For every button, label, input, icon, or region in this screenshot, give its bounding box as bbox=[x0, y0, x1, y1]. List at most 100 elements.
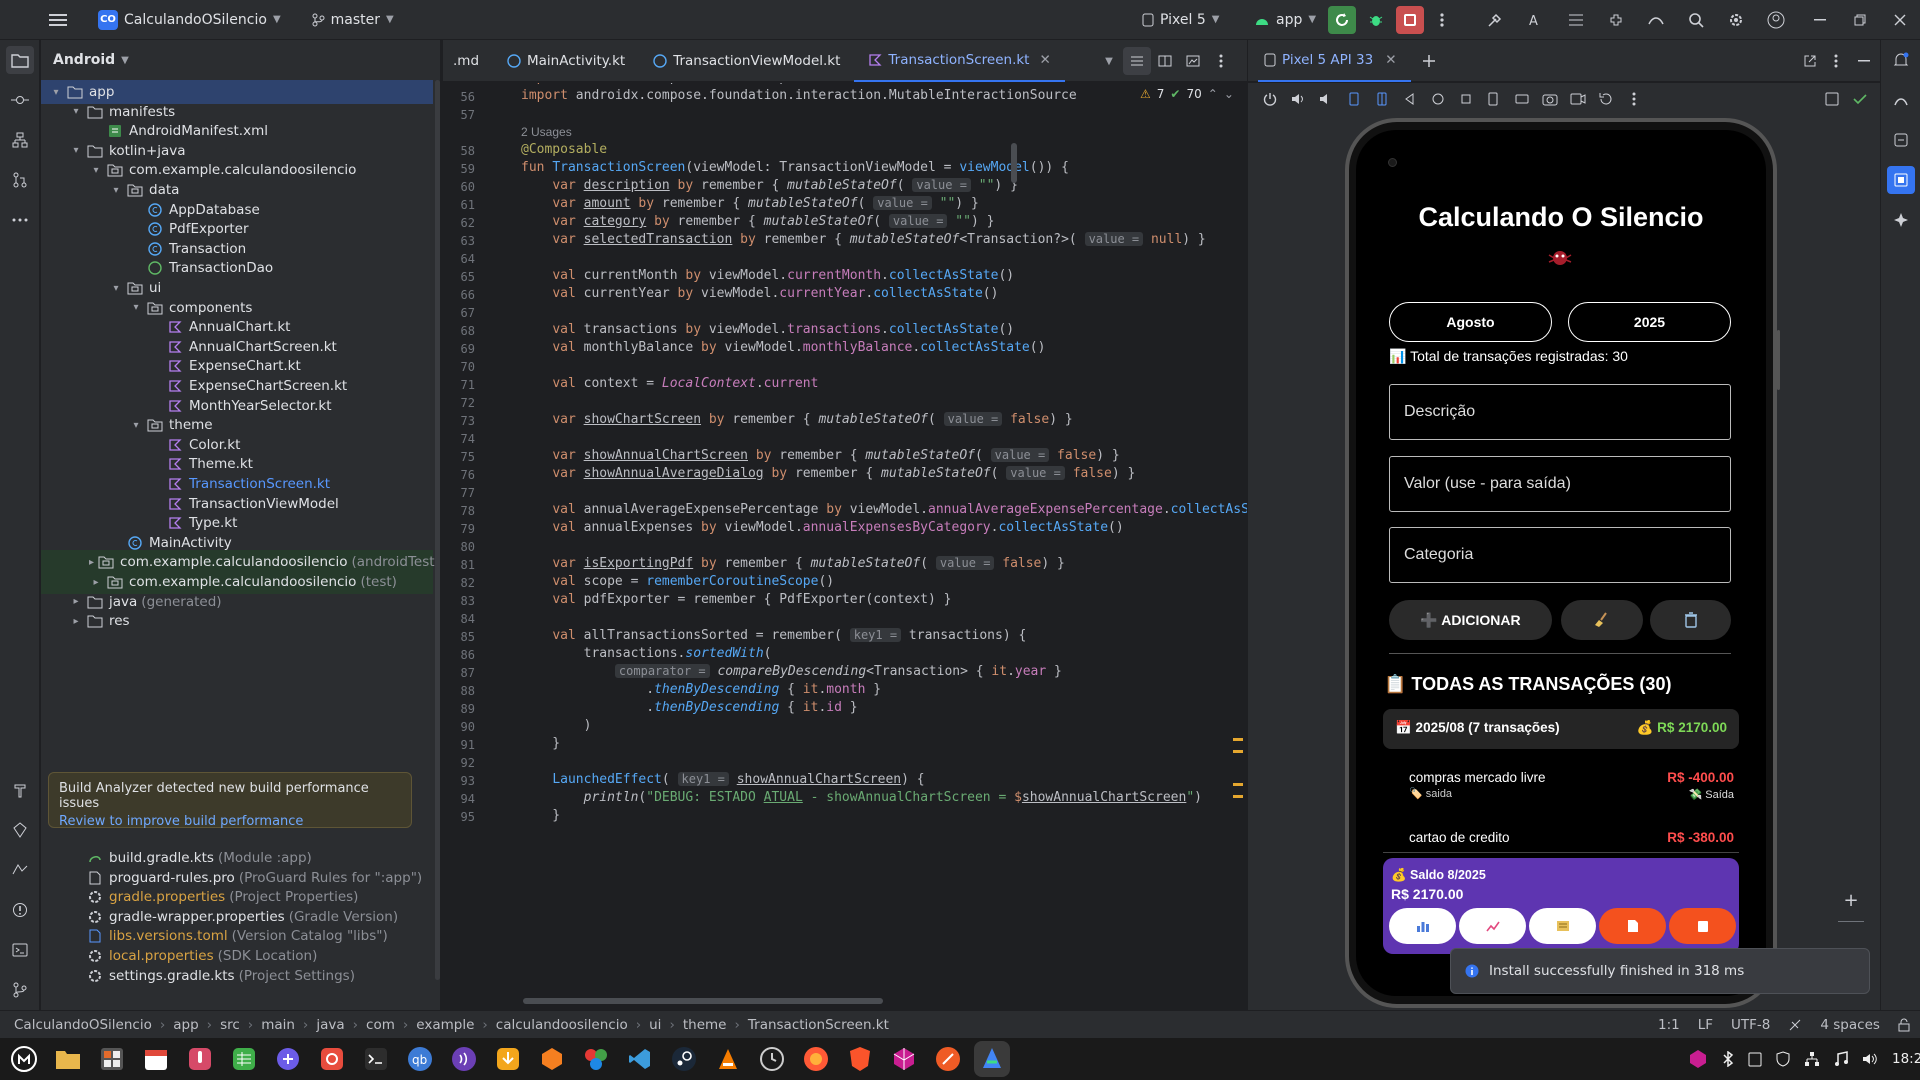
pull-requests-icon[interactable] bbox=[6, 166, 34, 194]
transaction-row[interactable]: compras mercado livre 🏷️ saida R$ -400.0… bbox=[1409, 770, 1734, 801]
close-tab-icon[interactable]: ✕ bbox=[1039, 52, 1050, 68]
add-device-icon[interactable] bbox=[1415, 47, 1443, 75]
home-icon[interactable] bbox=[1424, 85, 1452, 113]
rotate-left-icon[interactable] bbox=[1340, 85, 1368, 113]
files-icon[interactable] bbox=[50, 1041, 86, 1077]
bluetooth-icon[interactable] bbox=[1722, 1051, 1734, 1067]
back-icon[interactable] bbox=[1396, 85, 1424, 113]
code-view-icon[interactable] bbox=[1123, 47, 1151, 75]
editor-scrollbar[interactable] bbox=[1011, 143, 1017, 183]
rotate-right-icon[interactable] bbox=[1368, 85, 1396, 113]
clear-broom-button[interactable] bbox=[1561, 600, 1643, 640]
mirror-icon[interactable] bbox=[1508, 85, 1536, 113]
build-icon[interactable] bbox=[1482, 6, 1510, 34]
indent-setting[interactable]: 4 spaces bbox=[1820, 1017, 1880, 1033]
warning-marker[interactable] bbox=[1233, 738, 1243, 741]
version-control-icon[interactable] bbox=[6, 976, 34, 1004]
qbittorrent-icon[interactable]: qb bbox=[402, 1041, 438, 1077]
build-hammer-icon[interactable] bbox=[6, 776, 34, 804]
tab-readme[interactable]: .md bbox=[443, 40, 493, 82]
breadcrumb-item[interactable]: example bbox=[414, 1017, 476, 1033]
game-launcher-icon[interactable] bbox=[534, 1041, 570, 1077]
lock-icon[interactable] bbox=[1898, 1018, 1910, 1032]
gradle-icon[interactable] bbox=[1887, 126, 1915, 154]
tab-main-activity[interactable]: MainActivity.kt bbox=[493, 40, 639, 82]
vlc-icon[interactable] bbox=[710, 1041, 746, 1077]
collapsed-arrow-icon[interactable]: ▸ bbox=[69, 596, 83, 607]
account-icon[interactable] bbox=[1762, 6, 1790, 34]
expanded-arrow-icon[interactable]: ▾ bbox=[89, 165, 103, 176]
warning-marker[interactable] bbox=[1233, 750, 1243, 753]
inspections-widget[interactable]: ⚠ 7 ✔ 70 ⌃ ⌄ bbox=[1140, 87, 1234, 101]
delete-all-button[interactable] bbox=[1650, 600, 1731, 640]
zoom-out-icon[interactable] bbox=[1838, 921, 1864, 922]
code-editor[interactable]: 55 56 57 58 59 60 61 62 63 64 65 66 67 68 69 70 71 72 73 74… bbox=[443, 83, 1247, 1005]
expanded-arrow-icon[interactable]: ▾ bbox=[69, 145, 83, 156]
hide-panel-icon[interactable] bbox=[1850, 47, 1878, 75]
clock[interactable]: 18:20 bbox=[1892, 1051, 1920, 1067]
cube-app-icon[interactable] bbox=[886, 1041, 922, 1077]
record-icon[interactable] bbox=[1564, 85, 1592, 113]
breadcrumb-item[interactable]: ui bbox=[647, 1017, 663, 1033]
expanded-arrow-icon[interactable]: ▾ bbox=[109, 185, 123, 196]
restore-window-icon[interactable] bbox=[1846, 6, 1874, 34]
emulator-more-icon[interactable] bbox=[1620, 85, 1648, 113]
expanded-arrow-icon[interactable]: ▾ bbox=[49, 87, 63, 98]
breadcrumb-item[interactable]: main bbox=[259, 1017, 297, 1033]
breadcrumb-item[interactable]: com bbox=[364, 1017, 397, 1033]
project-switcher[interactable]: CO CalculandoOSilencio ▼ bbox=[90, 6, 289, 34]
tree-item[interactable]: ▸ res bbox=[41, 609, 433, 633]
volume-icon[interactable] bbox=[1862, 1052, 1878, 1066]
app-store-icon[interactable] bbox=[270, 1041, 306, 1077]
tray-app-icon[interactable] bbox=[1688, 1049, 1708, 1069]
monthly-chart-button[interactable] bbox=[1389, 908, 1456, 944]
podcast-app-icon[interactable] bbox=[446, 1041, 482, 1077]
main-menu-icon[interactable] bbox=[44, 6, 72, 34]
annual-chart-button[interactable] bbox=[1459, 908, 1526, 944]
problems-icon[interactable] bbox=[6, 896, 34, 924]
volume-up-icon[interactable] bbox=[1284, 85, 1312, 113]
app-quality-icon[interactable] bbox=[6, 816, 34, 844]
design-view-icon[interactable] bbox=[1179, 47, 1207, 75]
tabs-dropdown-icon[interactable]: ▼ bbox=[1095, 47, 1123, 75]
fold-icon[interactable] bbox=[1480, 85, 1508, 113]
run-config-selector[interactable]: app ▼ bbox=[1246, 6, 1324, 34]
annual-average-button[interactable] bbox=[1529, 908, 1596, 944]
value-field[interactable]: Valor (use - para saída) bbox=[1389, 456, 1731, 512]
zoom-in-icon[interactable]: + bbox=[1836, 885, 1866, 915]
gemini-icon[interactable] bbox=[1887, 86, 1915, 114]
search-icon[interactable] bbox=[1682, 6, 1710, 34]
shield-icon[interactable] bbox=[1776, 1051, 1790, 1067]
close-window-icon[interactable] bbox=[1886, 6, 1914, 34]
breadcrumb-item[interactable]: src bbox=[218, 1017, 242, 1033]
panel-options-icon[interactable] bbox=[1822, 47, 1850, 75]
warning-marker[interactable] bbox=[1233, 783, 1243, 786]
month-selector[interactable]: Agosto bbox=[1389, 302, 1552, 342]
share-button[interactable] bbox=[1669, 908, 1736, 944]
minimize-window-icon[interactable] bbox=[1806, 6, 1834, 34]
transaction-row[interactable]: cartao de credito R$ -380.00 bbox=[1409, 830, 1734, 845]
breadcrumb-item[interactable]: java bbox=[314, 1017, 346, 1033]
terminal-icon[interactable] bbox=[6, 936, 34, 964]
calendar-icon[interactable] bbox=[138, 1041, 174, 1077]
month-group-header[interactable]: 📅 2025/08 (7 transações) 💰 R$ 2170.00 bbox=[1383, 709, 1739, 749]
rerun-button[interactable] bbox=[1328, 6, 1356, 34]
breadcrumb-item[interactable]: calculandoosilencio bbox=[494, 1017, 630, 1033]
breadcrumb-item[interactable]: CalculandoOSilencio bbox=[12, 1017, 154, 1033]
popup-link[interactable]: Review to improve build performance bbox=[59, 814, 401, 829]
stop-button[interactable] bbox=[1396, 6, 1424, 34]
steam-icon[interactable] bbox=[666, 1041, 702, 1077]
notifications-bell-icon[interactable] bbox=[1887, 46, 1915, 74]
ai-assistant-icon[interactable] bbox=[1887, 206, 1915, 234]
power-save-icon[interactable] bbox=[1788, 1018, 1802, 1032]
expanded-arrow-icon[interactable]: ▾ bbox=[129, 420, 143, 431]
expanded-arrow-icon[interactable]: ▾ bbox=[69, 106, 83, 117]
device-selector[interactable]: Pixel 5 ▼ bbox=[1134, 6, 1227, 34]
debug-icon[interactable] bbox=[1362, 6, 1390, 34]
line-separator[interactable]: LF bbox=[1698, 1017, 1713, 1033]
screenshot-icon[interactable] bbox=[1536, 85, 1564, 113]
power-icon[interactable] bbox=[1256, 85, 1284, 113]
reset-icon[interactable] bbox=[1592, 85, 1620, 113]
tree-item[interactable]: settings.gradle.kts (Project Settings) bbox=[41, 964, 433, 988]
volume-down-icon[interactable] bbox=[1312, 85, 1340, 113]
